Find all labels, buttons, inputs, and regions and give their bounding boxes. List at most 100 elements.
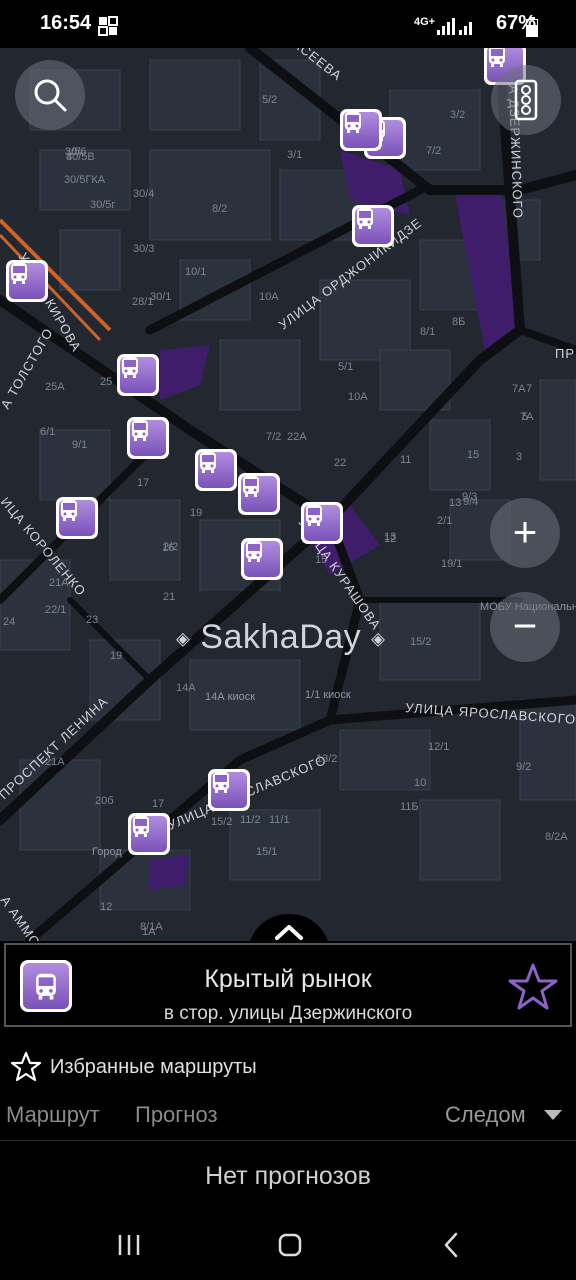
diamond-icon: ◈ — [371, 628, 386, 649]
battery-icon — [526, 17, 538, 42]
system-nav-bar — [0, 1210, 576, 1280]
map-watermark: ◈ SakhaDay ◈ — [176, 618, 385, 657]
bus-icon — [246, 541, 262, 562]
house-number: 15 — [315, 554, 327, 566]
house-number: 22А — [287, 431, 307, 443]
bus-stop-marker[interactable] — [340, 109, 382, 151]
house-number: 11Б — [400, 801, 419, 813]
bus-stop-marker[interactable] — [6, 260, 48, 302]
poi-label: 14А киоск — [205, 691, 255, 703]
house-number: 12 — [100, 901, 112, 913]
recent-apps-icon[interactable] — [114, 1230, 144, 1260]
bus-icon — [306, 505, 322, 526]
bus-stop-marker[interactable] — [117, 354, 159, 396]
bus-stop-marker[interactable] — [195, 449, 237, 491]
house-number: 5/1 — [338, 361, 353, 373]
house-number: 25 — [100, 376, 112, 388]
house-number: 1А — [142, 926, 156, 938]
house-number: 19/1 — [441, 558, 462, 570]
bus-stop-marker[interactable] — [238, 473, 280, 515]
house-number: 15/1 — [256, 846, 277, 858]
house-number: 7 — [526, 383, 532, 395]
house-number: 2/2 — [163, 541, 178, 553]
bus-icon — [11, 263, 27, 284]
house-number: 8/2А — [545, 831, 568, 843]
house-number: 22 — [334, 457, 346, 469]
tab-forecast[interactable]: Прогноз — [135, 1102, 218, 1128]
bus-stop-marker[interactable] — [241, 538, 283, 580]
house-number: 21А — [49, 577, 69, 589]
home-icon[interactable] — [275, 1230, 305, 1260]
house-number: 7А — [512, 383, 526, 395]
signal-icon — [436, 16, 476, 41]
house-number: 10А — [348, 391, 368, 403]
star-outline-icon — [10, 1051, 42, 1082]
house-number: 24 — [3, 616, 15, 628]
house-number: 30/4 — [133, 188, 154, 200]
house-number: 2/1 — [437, 515, 452, 527]
stop-info-panel[interactable]: Крытый рынок в стор. улицы Дзержинского — [4, 943, 572, 1027]
house-number: 10 — [414, 777, 426, 789]
bus-icon — [122, 357, 138, 378]
bus-icon — [200, 452, 216, 473]
bus-stop-marker[interactable] — [56, 497, 98, 539]
status-bar: 16:54 4G+ 67% — [0, 0, 576, 48]
zoom-out-button[interactable]: − — [490, 592, 560, 662]
house-number: 19 — [190, 507, 202, 519]
house-number: 9/2 — [516, 761, 531, 773]
house-number: 20б — [95, 795, 114, 807]
street-label: А ТОЛСТОГО — [0, 325, 56, 411]
house-number: 21А — [45, 756, 65, 768]
bus-stop-marker[interactable] — [301, 502, 343, 544]
bus-stop-marker[interactable] — [128, 813, 170, 855]
bus-stop-marker[interactable] — [208, 769, 250, 811]
watermark-text: SakhaDay — [200, 618, 362, 656]
house-number: 17 — [152, 798, 164, 810]
map-view[interactable]: ЕКСЕЕВА А ДЗЕРЖИНСКОГО УЛИЦА ОРДЖОНИКИДЗ… — [0, 48, 576, 941]
favorite-routes-row[interactable]: Избранные маршруты — [0, 1047, 576, 1087]
house-number: 14А — [176, 682, 196, 694]
divider — [0, 1140, 576, 1141]
favorite-routes-label: Избранные маршруты — [50, 1056, 257, 1078]
street-label: ПР — [555, 346, 575, 361]
traffic-button[interactable] — [491, 65, 561, 135]
house-number: 30/3 — [133, 243, 154, 255]
zoom-in-button[interactable]: + — [490, 498, 560, 568]
house-number: 6/1 — [40, 426, 55, 438]
back-icon[interactable] — [437, 1230, 467, 1260]
search-button[interactable] — [15, 60, 85, 130]
house-number: 13 — [449, 497, 461, 509]
star-icon — [508, 963, 558, 1010]
house-number: 30/5ГКА — [64, 174, 106, 186]
forecast-tabs: Маршрут Прогноз Следом — [0, 1100, 576, 1140]
dropdown-arrow-icon[interactable] — [544, 1110, 562, 1122]
house-number: 5/2 — [262, 94, 277, 106]
house-number: 10/1 — [185, 266, 206, 278]
tab-next[interactable]: Следом — [445, 1102, 526, 1128]
search-icon — [34, 79, 67, 112]
house-number: 15 — [467, 449, 479, 461]
bus-icon — [345, 112, 361, 133]
poi-label: 1/1 киоск — [305, 689, 351, 701]
favorite-star-button[interactable] — [506, 960, 560, 1014]
house-number: 13 — [384, 531, 396, 543]
house-number: 8/1 — [420, 326, 435, 338]
house-number: 3/1 — [287, 149, 302, 161]
house-number: 9/1 — [72, 439, 87, 451]
house-number: 23 — [86, 614, 98, 626]
bus-icon — [213, 772, 229, 793]
minus-icon: − — [512, 602, 538, 649]
notification-icon — [98, 16, 118, 36]
bus-icon — [61, 500, 77, 521]
house-number: 28/1 — [132, 296, 153, 308]
plus-icon: + — [512, 508, 538, 555]
tab-route[interactable]: Маршрут — [6, 1102, 100, 1128]
bus-stop-marker[interactable] — [352, 205, 394, 247]
house-number: 11/1 — [269, 814, 290, 826]
empty-forecast-message: Нет прогнозов — [205, 1162, 371, 1190]
house-number: 22/1 — [45, 604, 66, 616]
house-number: 19 — [110, 650, 122, 662]
house-number: 7/2 — [266, 431, 281, 443]
poi-label: Город — [92, 846, 122, 858]
bus-stop-marker[interactable] — [127, 417, 169, 459]
